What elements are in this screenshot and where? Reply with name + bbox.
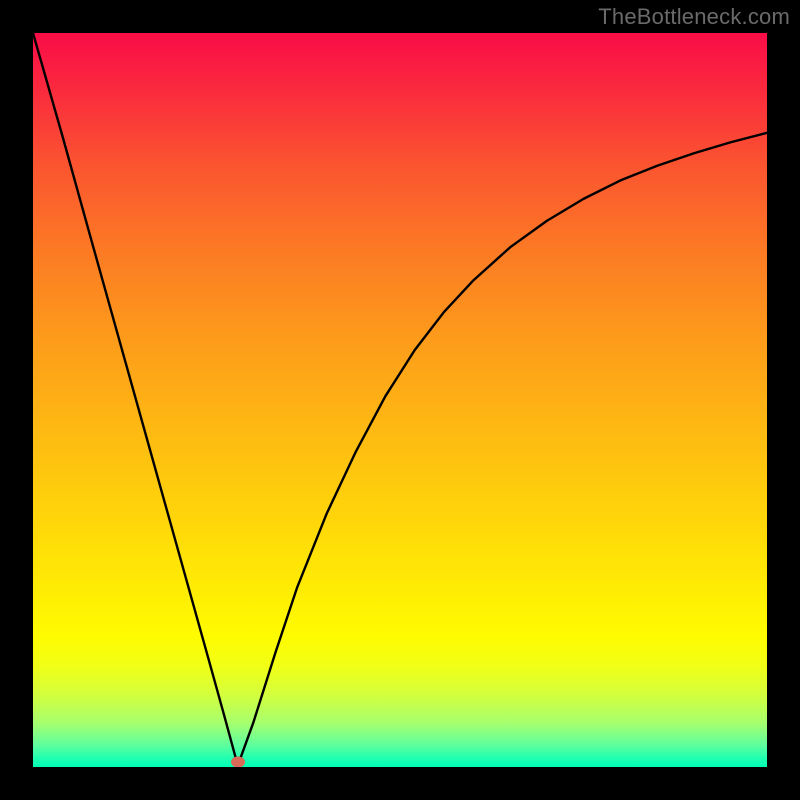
chart-frame: TheBottleneck.com bbox=[0, 0, 800, 800]
curve-svg bbox=[33, 33, 767, 767]
watermark-text: TheBottleneck.com bbox=[598, 4, 790, 30]
minimum-marker bbox=[231, 756, 245, 767]
plot-area bbox=[33, 33, 767, 767]
bottleneck-curve bbox=[33, 33, 767, 766]
